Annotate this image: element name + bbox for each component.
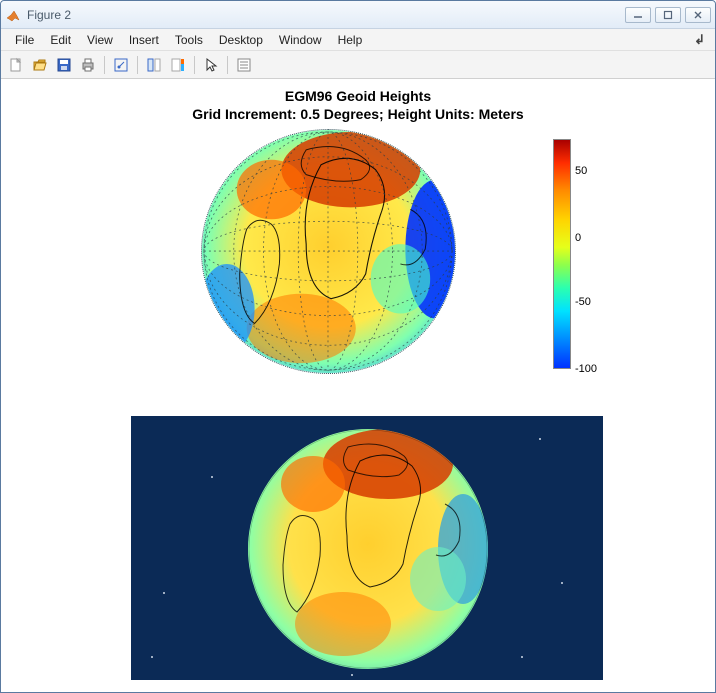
colorbar-tick: 0 xyxy=(575,232,581,244)
maximize-button[interactable] xyxy=(655,7,681,23)
open-icon[interactable] xyxy=(29,54,51,76)
menubar: File Edit View Insert Tools Desktop Wind… xyxy=(1,29,715,51)
link-plot-icon[interactable] xyxy=(143,54,165,76)
plot-title: EGM96 Geoid Heights Grid Increment: 0.5 … xyxy=(1,87,715,123)
close-button[interactable] xyxy=(685,7,711,23)
globe-bottom xyxy=(248,429,488,669)
pointer-icon[interactable] xyxy=(200,54,222,76)
matlab-icon xyxy=(5,7,21,23)
colorbar-tick: -100 xyxy=(575,363,597,375)
window-controls xyxy=(625,7,711,23)
figure-canvas: EGM96 Geoid Heights Grid Increment: 0.5 … xyxy=(1,79,715,692)
axes-top[interactable]: 50 0 -50 -100 xyxy=(161,129,621,389)
window-title: Figure 2 xyxy=(27,8,625,22)
colorbar-ticks: 500-50-100 xyxy=(575,139,621,369)
plot-title-line1: EGM96 Geoid Heights xyxy=(1,87,715,105)
menu-view[interactable]: View xyxy=(79,31,121,49)
axes-bottom[interactable] xyxy=(131,416,603,680)
menu-insert[interactable]: Insert xyxy=(121,31,167,49)
colorbar-tick: 50 xyxy=(575,165,587,177)
undock-icon[interactable]: ↲ xyxy=(690,32,709,48)
menu-help[interactable]: Help xyxy=(330,31,371,49)
print-icon[interactable] xyxy=(77,54,99,76)
plot-title-line2: Grid Increment: 0.5 Degrees; Height Unit… xyxy=(1,105,715,123)
globe-top xyxy=(201,129,456,374)
minimize-button[interactable] xyxy=(625,7,651,23)
geoid-surface-bottom xyxy=(248,429,488,669)
colorbar-gradient xyxy=(553,139,571,369)
colorbar[interactable]: 500-50-100 xyxy=(553,139,621,371)
titlebar: Figure 2 xyxy=(1,1,715,29)
data-cursor-icon[interactable] xyxy=(110,54,132,76)
menu-file[interactable]: File xyxy=(7,31,42,49)
menu-desktop[interactable]: Desktop xyxy=(211,31,271,49)
menu-edit[interactable]: Edit xyxy=(42,31,79,49)
figure-window: Figure 2 File Edit View Insert Tools Des… xyxy=(0,0,716,693)
edit-plot-icon[interactable] xyxy=(233,54,255,76)
save-icon[interactable] xyxy=(53,54,75,76)
menu-tools[interactable]: Tools xyxy=(167,31,211,49)
insert-colorbar-icon[interactable] xyxy=(167,54,189,76)
toolbar xyxy=(1,51,715,79)
menu-window[interactable]: Window xyxy=(271,31,330,49)
graticule-grid xyxy=(202,130,455,373)
new-figure-icon[interactable] xyxy=(5,54,27,76)
colorbar-tick: -50 xyxy=(575,296,591,308)
